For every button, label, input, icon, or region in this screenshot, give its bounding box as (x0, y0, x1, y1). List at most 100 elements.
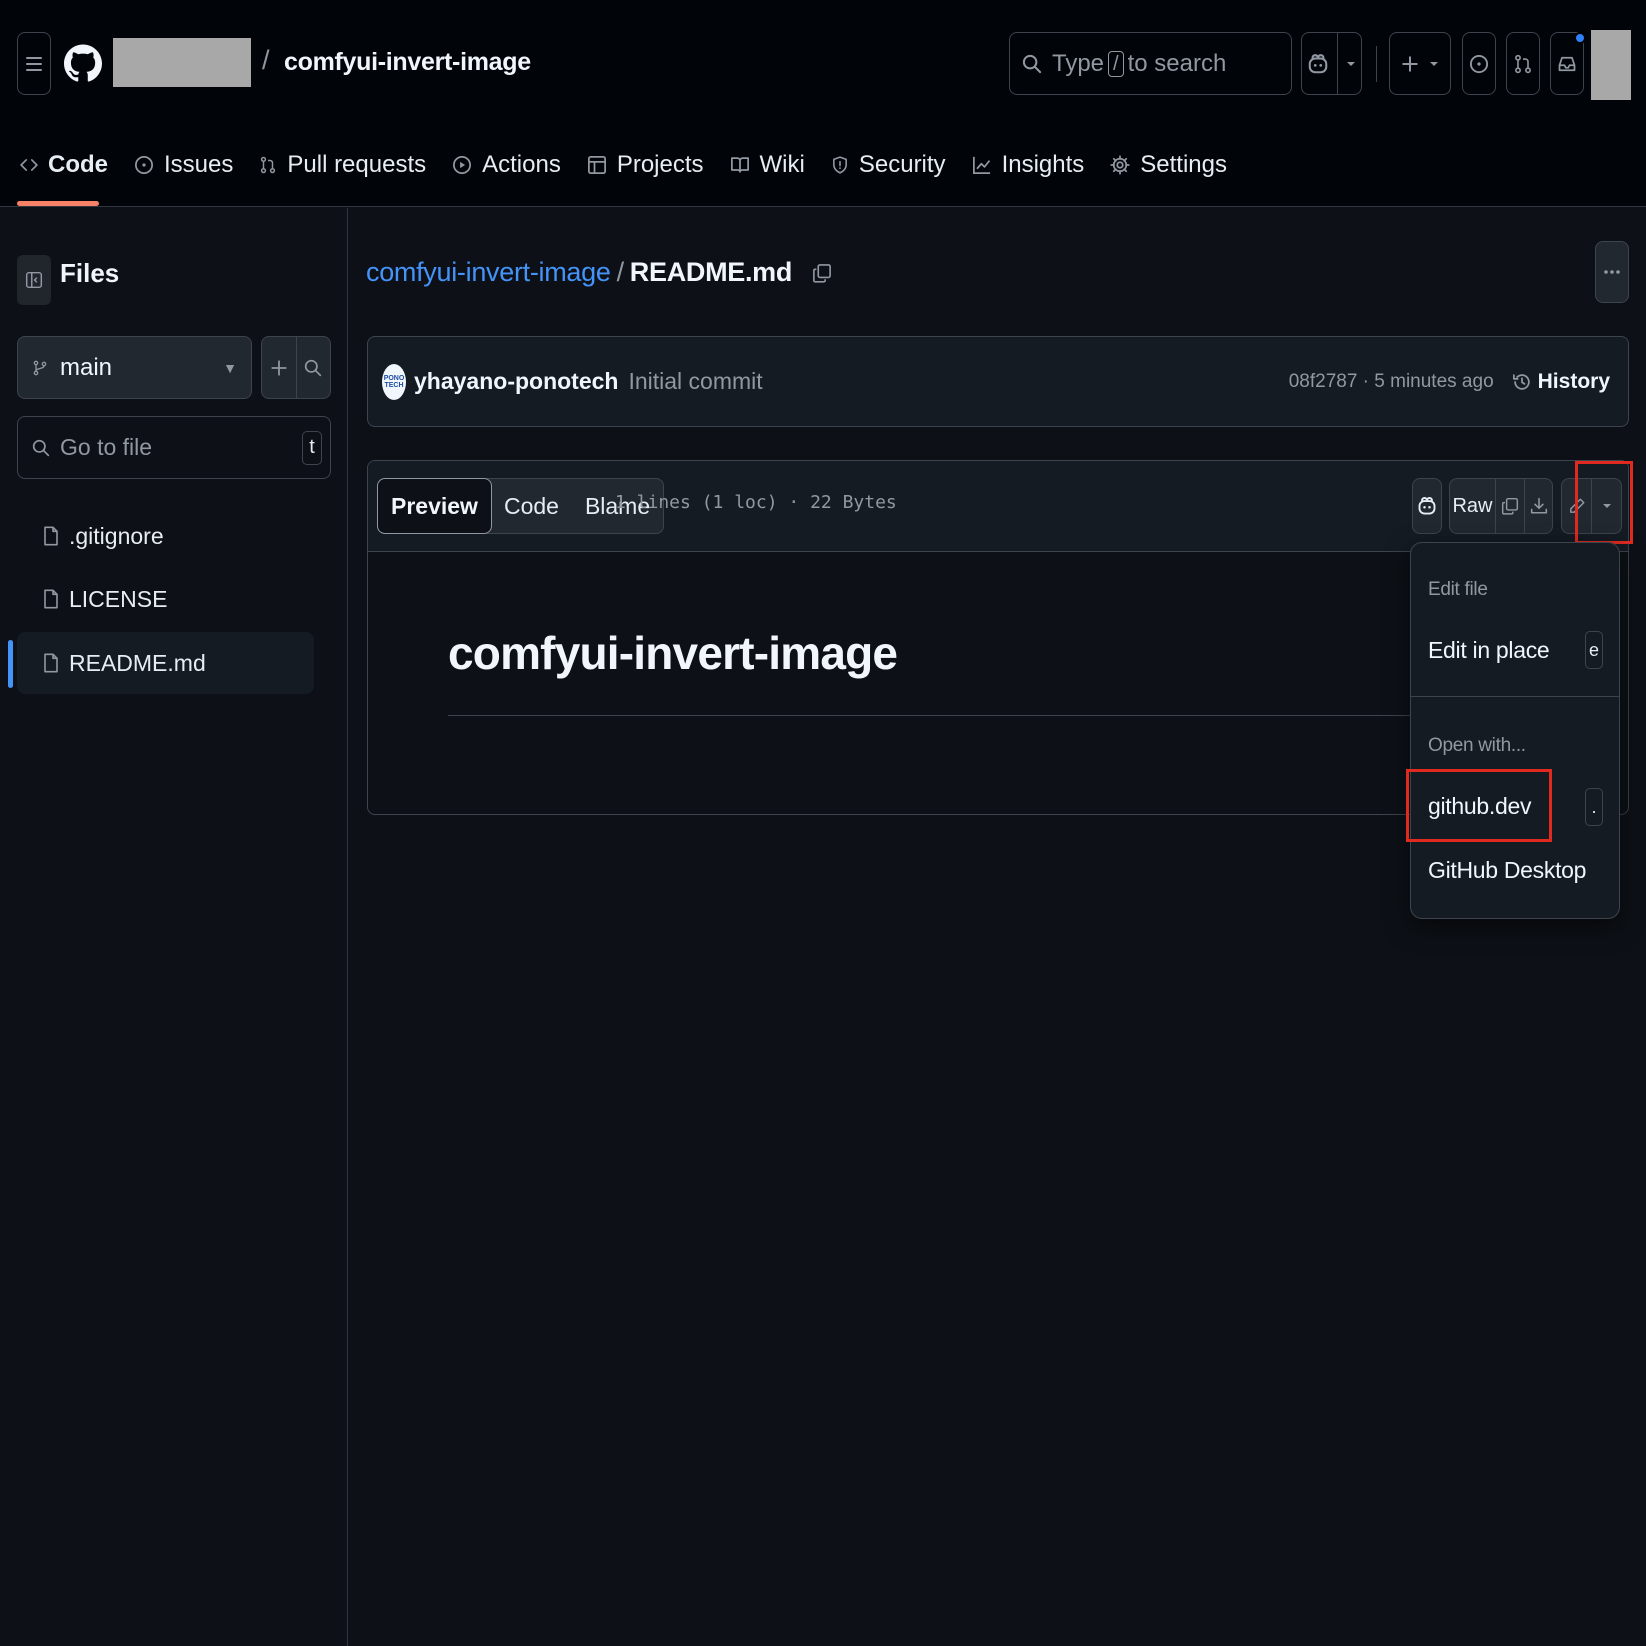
tab-insights-label: Insights (1001, 151, 1085, 178)
breadcrumb: comfyui-invert-image / README.md (366, 257, 832, 288)
tab-wiki[interactable]: Wiki (730, 145, 805, 185)
copilot-icon (1308, 53, 1328, 73)
tab-issues[interactable]: Issues (134, 145, 233, 185)
search-suffix: to search (1127, 49, 1227, 77)
issue-icon (135, 156, 153, 174)
tab-projects-label: Projects (616, 151, 704, 178)
highlight-edit-dropdown (1575, 461, 1633, 544)
search-prefix: Type (1052, 49, 1105, 77)
edit-file-section-label: Edit file (1428, 579, 1488, 600)
kebab-horizontal-icon (1604, 270, 1620, 274)
issue-opened-icon (1469, 54, 1489, 73)
tab-projects[interactable]: Projects (587, 145, 704, 185)
path-separator: / (262, 45, 270, 75)
more-options-button[interactable] (1595, 241, 1629, 303)
github-desktop-item[interactable]: GitHub Desktop (1428, 857, 1586, 884)
tab-settings[interactable]: Settings (1110, 145, 1227, 185)
file-tree-item-gitignore[interactable]: .gitignore (17, 505, 314, 567)
file-actions-group (261, 336, 331, 399)
raw-button[interactable]: Raw (1450, 479, 1495, 533)
download-raw-button[interactable] (1524, 479, 1552, 533)
copilot-button[interactable] (1301, 32, 1362, 95)
history-label: History (1537, 369, 1610, 393)
sidebar-collapse-icon (25, 271, 43, 289)
history-button[interactable]: History (1512, 370, 1610, 394)
github-dev-shortcut: . (1585, 788, 1603, 826)
file-toolbar: Preview Code Blame 1 lines (1 loc) · 22 … (368, 461, 1628, 552)
code-icon (20, 159, 38, 171)
table-icon (587, 156, 606, 174)
menu-divider (1411, 696, 1619, 697)
tab-insights[interactable]: Insights (972, 145, 1085, 185)
file-icon (44, 653, 58, 673)
create-new-button[interactable] (1389, 32, 1451, 95)
go-to-file-shortcut: t (302, 430, 322, 465)
code-view-tab[interactable]: Code (491, 479, 572, 533)
owner-name-redacted[interactable] (113, 38, 251, 87)
file-tree-item-readme[interactable]: README.md (17, 632, 314, 694)
tab-code[interactable]: Code (20, 145, 108, 185)
edit-in-place-item[interactable]: Edit in place (1428, 637, 1550, 664)
chevron-down-icon: ▼ (223, 359, 237, 376)
search-shortcut-key: / (1108, 50, 1124, 77)
search-icon (32, 439, 50, 456)
copilot-ask-button[interactable] (1412, 478, 1442, 534)
file-icon (44, 589, 58, 609)
pull-request-icon (1515, 54, 1531, 73)
github-logo[interactable] (64, 32, 102, 95)
author-avatar[interactable]: PONO TECH (382, 363, 406, 400)
collapse-sidebar-button[interactable] (17, 255, 51, 305)
files-title: Files (60, 258, 120, 288)
menu-button[interactable] (17, 32, 51, 95)
readme-heading: comfyui-invert-image (448, 627, 898, 679)
edit-in-place-shortcut: e (1585, 631, 1603, 669)
active-tab-indicator (17, 201, 99, 206)
raw-copy-download-group: Raw (1449, 478, 1553, 534)
file-tree-item-license[interactable]: LICENSE (17, 568, 314, 630)
breadcrumb-repo-link[interactable]: comfyui-invert-image (366, 257, 611, 288)
book-icon (730, 157, 749, 173)
tab-settings-label: Settings (1140, 151, 1227, 178)
user-avatar-redacted[interactable] (1591, 30, 1631, 100)
plus-icon (1402, 55, 1418, 72)
tab-code-label: Code (48, 151, 108, 178)
tab-actions-label: Actions (482, 151, 561, 178)
search-code-button[interactable] (295, 337, 330, 398)
copy-icon (1501, 497, 1519, 515)
repo-name-link[interactable]: comfyui-invert-image (284, 48, 531, 77)
edit-options-menu: Edit file Edit in place e Open with... g… (1410, 542, 1620, 919)
file-icon (44, 526, 58, 546)
plus-icon (271, 359, 287, 376)
commit-sha-and-time[interactable]: 08f2787 · 5 minutes ago (1289, 371, 1494, 393)
file-tree-item-label: .gitignore (69, 522, 164, 549)
tab-security-label: Security (858, 151, 946, 178)
tab-actions[interactable]: Actions (452, 145, 561, 185)
selected-file-indicator (8, 640, 13, 688)
copilot-icon (1418, 497, 1436, 515)
tab-security[interactable]: Security (831, 145, 946, 185)
commit-author-link[interactable]: yhayano-ponotech (414, 368, 618, 395)
copy-raw-button[interactable] (1495, 479, 1524, 533)
inbox-icon (1558, 56, 1576, 71)
issues-shortcut-button[interactable] (1462, 32, 1496, 95)
add-file-button[interactable] (262, 337, 296, 398)
latest-commit-bar: PONO TECH yhayano-ponotech Initial commi… (367, 336, 1629, 427)
copy-path-button[interactable] (812, 259, 832, 287)
play-icon (453, 156, 472, 174)
breadcrumb-separator: / (616, 257, 625, 287)
commit-message-link[interactable]: Initial commit (628, 368, 762, 395)
pull-requests-shortcut-button[interactable] (1506, 32, 1540, 95)
go-to-file-placeholder: Go to file (60, 434, 153, 460)
search-icon (1022, 54, 1042, 73)
file-line-and-size-info: 1 lines (1 loc) · 22 Bytes (615, 492, 897, 513)
chevron-down-icon (1347, 61, 1355, 66)
search-box[interactable]: Type / to search (1009, 32, 1292, 95)
file-tree-item-label: README.md (69, 649, 206, 676)
go-to-file-input[interactable]: Go to file t (17, 416, 331, 479)
download-icon (1530, 497, 1547, 514)
tab-pull-requests[interactable]: Pull requests (259, 145, 426, 185)
header-divider (1376, 46, 1377, 82)
branch-selector[interactable]: main ▼ (17, 336, 252, 399)
preview-tab[interactable]: Preview (377, 478, 492, 534)
chevron-down-icon (1430, 61, 1438, 66)
